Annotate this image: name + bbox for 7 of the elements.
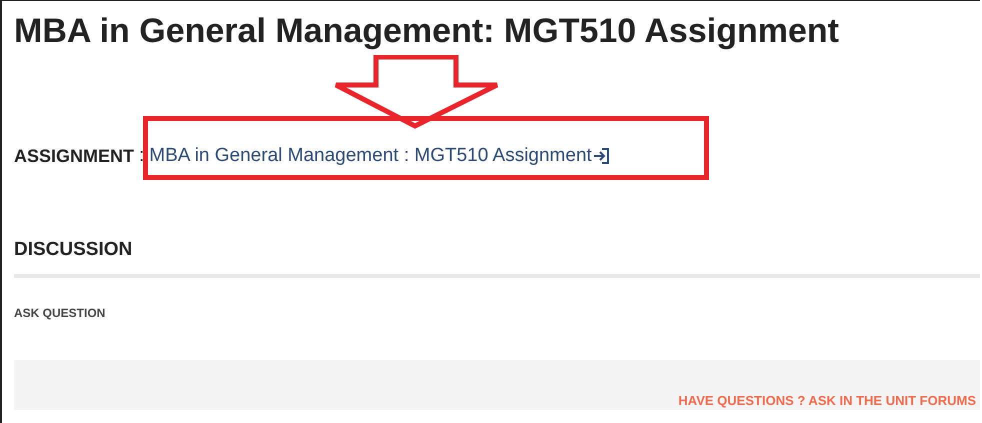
external-link-icon <box>592 147 610 165</box>
assignment-link[interactable]: MBA in General Management : MGT510 Assignment <box>149 145 592 167</box>
assignment-label: ASSIGNMENT <box>14 146 134 166</box>
discussion-heading: DISCUSSION <box>14 239 980 278</box>
ask-question-label: ASK QUESTION <box>14 306 106 320</box>
separator-text: : <box>139 145 144 167</box>
page-title: MBA in General Management: MGT510 Assignment <box>14 11 840 51</box>
